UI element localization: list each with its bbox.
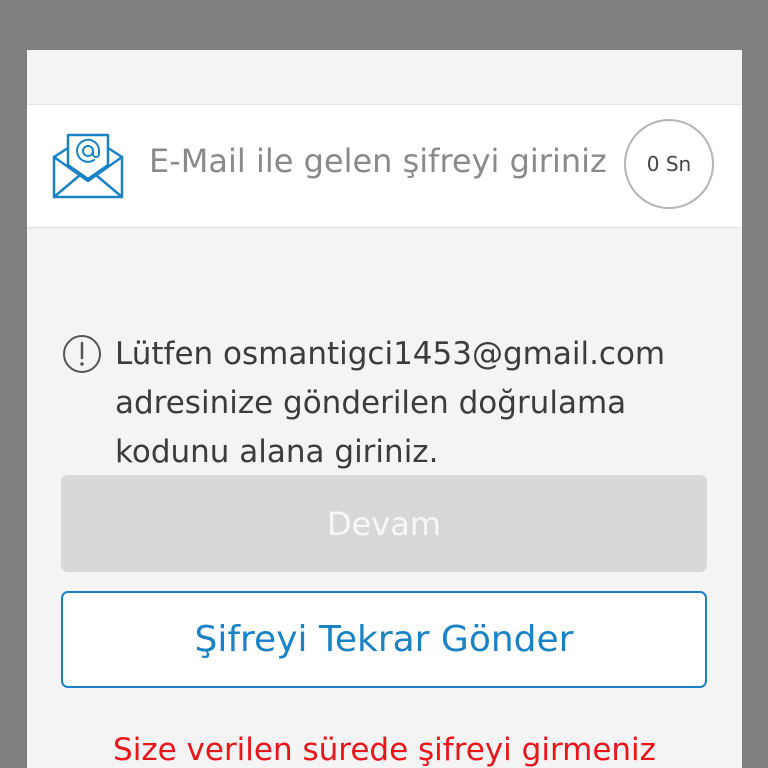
continue-button[interactable]: Devam [61, 475, 707, 572]
info-message: Lütfen osmantigci1453@gmail.com adresini… [115, 336, 666, 470]
resend-code-button[interactable]: Şifreyi Tekrar Gönder [61, 591, 707, 688]
dialog-top-bar [27, 50, 742, 105]
email-envelope-icon [52, 133, 124, 199]
exclamation-circle-icon [63, 335, 101, 373]
timer-label: 0 Sn [646, 152, 692, 176]
countdown-timer: 0 Sn [624, 119, 714, 209]
dialog-header: E-Mail ile gelen şifreyi giriniz 0 Sn [27, 105, 742, 228]
timeout-warning: Size verilen sürede şifreyi girmeniz [113, 732, 656, 768]
verification-dialog: E-Mail ile gelen şifreyi giriniz 0 Sn Lü… [27, 50, 742, 768]
header-title: E-Mail ile gelen şifreyi giriniz [149, 142, 607, 180]
